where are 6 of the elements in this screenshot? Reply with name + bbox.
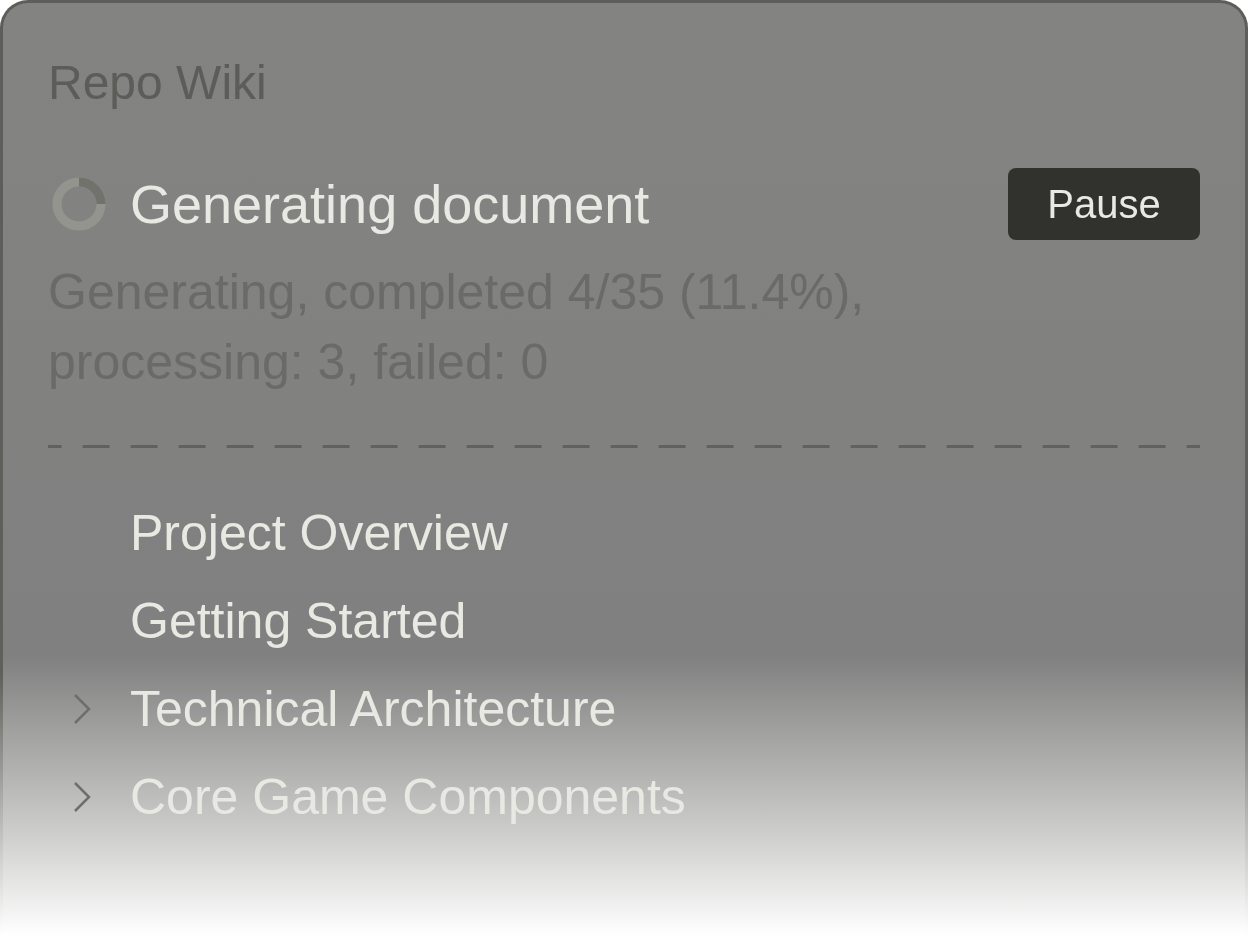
tree-item[interactable]: Project Overview — [72, 489, 508, 577]
tree-item[interactable]: Technical Architecture — [72, 665, 617, 753]
progress-heading: Generating document — [130, 173, 650, 236]
spinner-icon — [52, 177, 106, 231]
pause-button[interactable]: Pause — [1008, 168, 1200, 240]
tree-item[interactable]: Getting Started — [72, 577, 467, 665]
